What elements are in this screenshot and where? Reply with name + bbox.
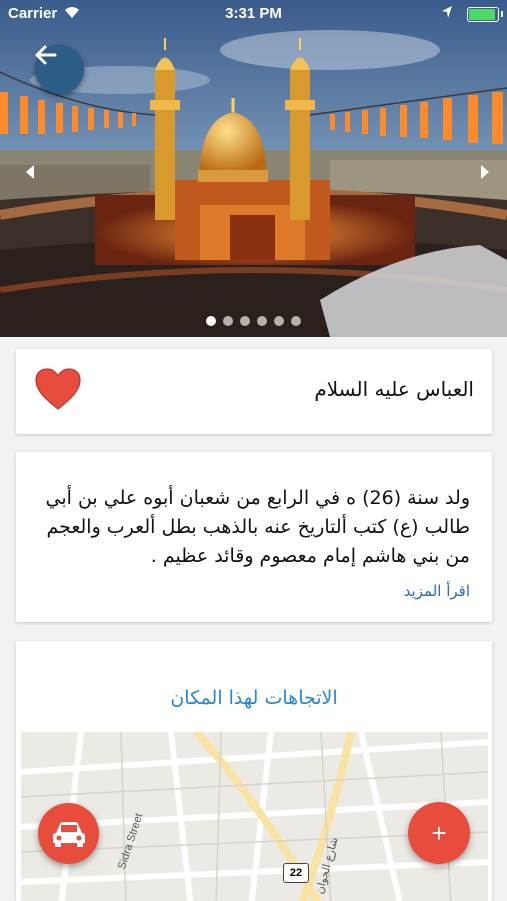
location-arrow-icon <box>441 5 453 23</box>
carousel-dot[interactable] <box>274 316 284 326</box>
place-title-card: العباس عليه السلام <box>16 349 492 434</box>
battery-icon <box>467 7 503 22</box>
read-more-link[interactable]: اقرأ المزيد <box>404 582 470 600</box>
status-bar: Carrier 3:31 PM <box>0 0 507 28</box>
back-button[interactable] <box>35 45 84 94</box>
carousel-dot[interactable] <box>206 316 216 326</box>
clock: 3:31 PM <box>225 5 282 22</box>
map-road-shield: 22 <box>283 863 309 883</box>
carousel-page-indicator[interactable] <box>0 316 507 326</box>
heart-icon <box>35 368 81 410</box>
triangle-left-icon <box>26 165 34 179</box>
battery-fill <box>469 9 495 20</box>
carousel-dot[interactable] <box>291 316 301 326</box>
add-button[interactable]: + <box>408 802 470 864</box>
battery-nub <box>501 11 503 17</box>
carousel-dot[interactable] <box>240 316 250 326</box>
carousel-dot[interactable] <box>223 316 233 326</box>
car-icon <box>52 821 85 847</box>
directions-card: الاتجاهات لهذا المكان Sidra Street 22 شا… <box>16 641 492 901</box>
description-card: ولد سنة (26) ه في الرابع من شعبان أبوه ع… <box>16 452 492 622</box>
directions-link[interactable]: الاتجاهات لهذا المكان <box>16 687 492 709</box>
place-description: ولد سنة (26) ه في الرابع من شعبان أبوه ع… <box>45 487 471 567</box>
drive-directions-button[interactable] <box>38 803 99 864</box>
carousel-dot[interactable] <box>257 316 267 326</box>
triangle-right-icon <box>481 165 489 179</box>
place-title: العباس عليه السلام <box>314 377 474 401</box>
hero-carousel[interactable] <box>0 0 507 337</box>
arrow-left-icon <box>35 45 57 65</box>
favorite-button[interactable] <box>34 367 82 415</box>
